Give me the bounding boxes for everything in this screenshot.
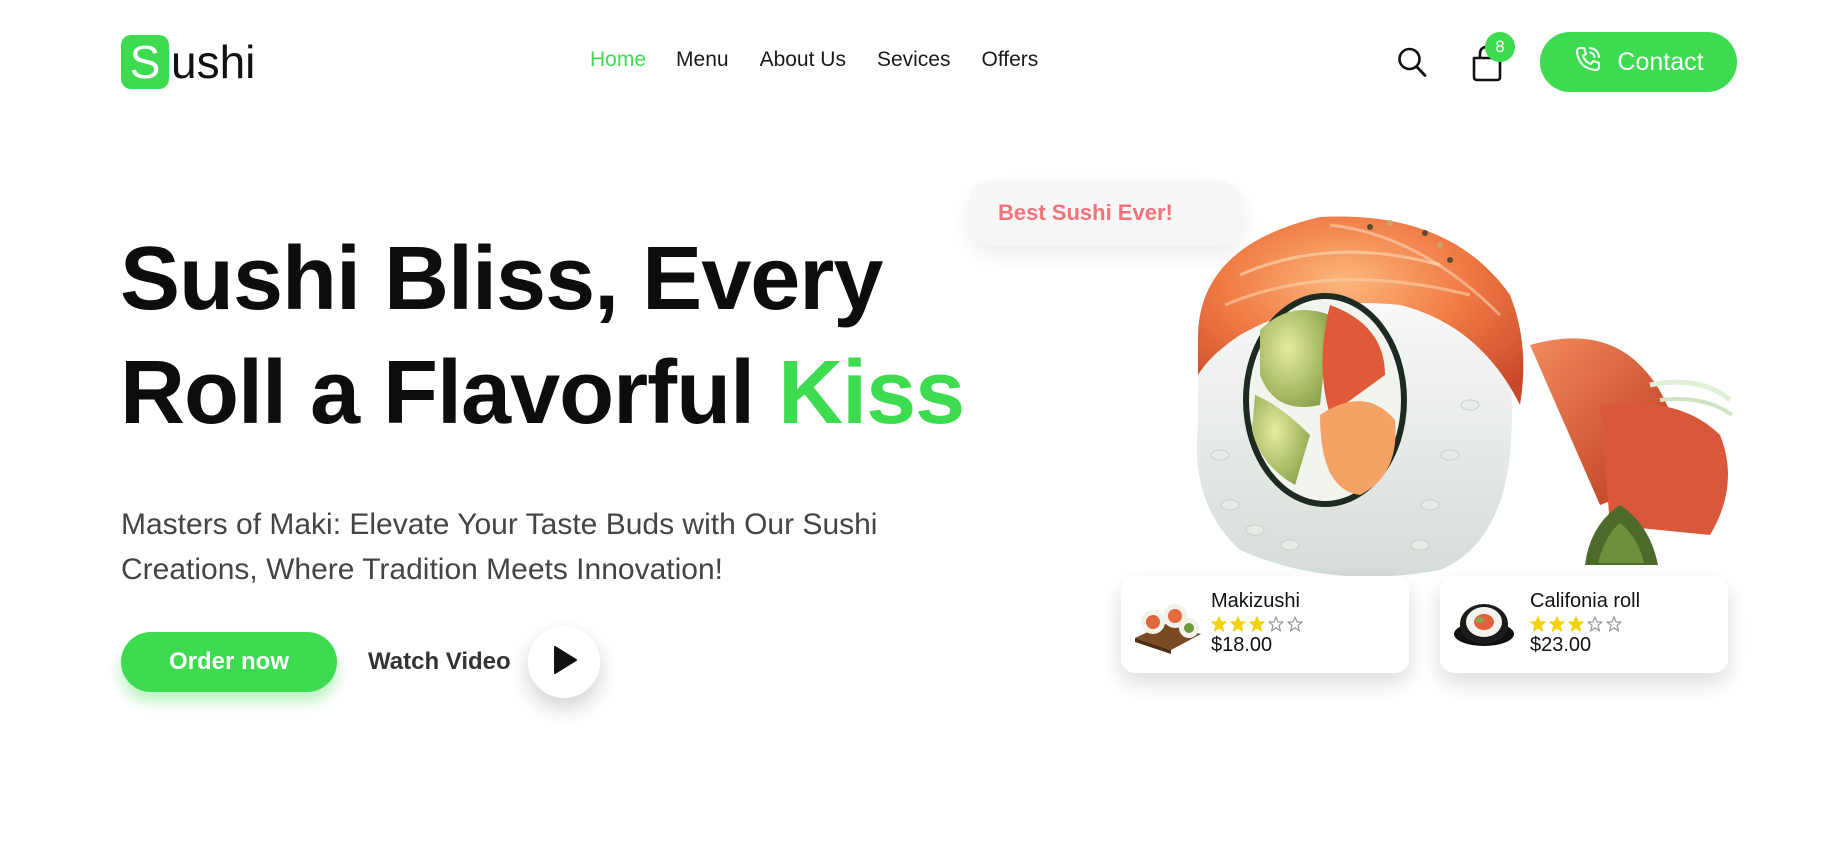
rating-stars [1530,616,1622,632]
nav-home[interactable]: Home [590,48,646,72]
play-icon [549,644,579,681]
star-filled-icon [1549,616,1565,632]
product-price: $23.00 [1530,634,1592,656]
rating-stars [1211,616,1303,632]
order-now-button[interactable]: Order now [121,632,337,692]
nav-offers[interactable]: Offers [981,48,1038,72]
makizushi-thumbnail [1135,604,1201,654]
star-filled-icon [1230,616,1246,632]
hero-title: Sushi Bliss, Every Roll a Flavorful Kiss [120,222,965,450]
main-nav: Home Menu About Us Sevices Offers [590,48,1038,72]
star-empty-icon [1587,616,1603,632]
star-filled-icon [1530,616,1546,632]
hero-title-line1: Sushi Bliss, Every [120,229,883,329]
hero-title-accent: Kiss [778,343,965,443]
product-price: $18.00 [1211,634,1273,656]
hero-subtitle: Masters of Maki: Elevate Your Taste Buds… [121,508,878,586]
star-empty-icon [1606,616,1622,632]
product-card-makizushi[interactable]: Makizushi $18.00 [1121,576,1409,673]
star-empty-icon [1287,616,1303,632]
star-filled-icon [1249,616,1265,632]
search-icon[interactable] [1397,46,1427,78]
logo[interactable]: S ushi [121,35,255,89]
product-name: Makizushi [1211,590,1300,612]
phone-icon [1573,44,1603,81]
sushi-roll-image [1196,216,1734,577]
play-button[interactable] [528,626,600,698]
watch-video-link[interactable]: Watch Video [368,648,511,676]
contact-button[interactable]: Contact [1540,32,1737,92]
nav-menu[interactable]: Menu [676,48,729,72]
star-empty-icon [1268,616,1284,632]
star-filled-icon [1568,616,1584,632]
product-card-california-roll[interactable]: Califonia roll $23.00 [1440,576,1728,673]
star-filled-icon [1211,616,1227,632]
nav-services[interactable]: Sevices [877,48,951,72]
logo-text: ushi [171,36,256,88]
cart-count-badge: 8 [1485,32,1515,62]
bubble-text: Best Sushi Ever! [998,200,1173,225]
nav-about[interactable]: About Us [760,48,846,72]
hero-title-line2: Roll a Flavorful [120,343,779,443]
california-roll-thumbnail [1454,604,1514,646]
product-name: Califonia roll [1530,590,1641,612]
logo-mark: S [121,35,169,89]
contact-label: Contact [1617,47,1704,76]
